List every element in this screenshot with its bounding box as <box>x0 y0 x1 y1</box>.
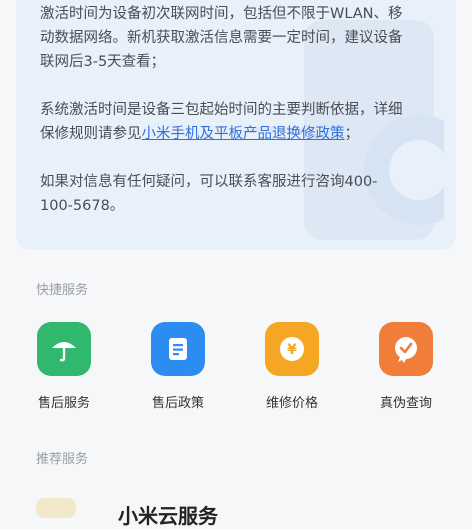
verified-badge-icon <box>379 322 433 376</box>
quick-service-repair-price[interactable]: ¥ 维修价格 <box>242 322 342 411</box>
document-icon <box>151 322 205 376</box>
info-paragraph-2: 系统激活时间是设备三包起始时间的主要判断依据，详细保修规则请参见小米手机及平板产… <box>40 98 410 146</box>
info-paragraph-2-suffix: ； <box>344 126 360 142</box>
quick-services-title: 快捷服务 <box>36 283 89 298</box>
quick-service-label: 真伪查询 <box>379 396 432 411</box>
quick-service-policy[interactable]: 售后政策 <box>128 322 228 411</box>
info-paragraph-1: 激活时间为设备初次联网时间，包括但不限于WLAN、移动数据网络。新机获取激活信息… <box>40 6 403 70</box>
recommended-item-title[interactable]: 小米云服务 <box>118 500 218 529</box>
recommended-services-title: 推荐服务 <box>36 452 89 467</box>
svg-text:¥: ¥ <box>287 342 297 358</box>
policy-link[interactable]: 小米手机及平板产品退换修政策 <box>142 126 345 142</box>
quick-service-label: 售后服务 <box>37 396 90 411</box>
info-paragraph-3: 如果对信息有任何疑问，可以联系客服进行咨询400-100-5678。 <box>40 174 378 214</box>
activation-info-text: 激活时间为设备初次联网时间，包括但不限于WLAN、移动数据网络。新机获取激活信息… <box>40 2 410 242</box>
yen-coin-icon: ¥ <box>265 322 319 376</box>
umbrella-icon <box>37 322 91 376</box>
activation-info-card: 激活时间为设备初次联网时间，包括但不限于WLAN、移动数据网络。新机获取激活信息… <box>16 0 456 250</box>
quick-service-authenticity[interactable]: 真伪查询 <box>356 322 456 411</box>
cloud-service-thumbnail <box>36 498 76 518</box>
quick-service-label: 售后政策 <box>151 396 204 411</box>
quick-service-after-sales[interactable]: 售后服务 <box>14 322 114 411</box>
quick-service-label: 维修价格 <box>265 396 318 411</box>
